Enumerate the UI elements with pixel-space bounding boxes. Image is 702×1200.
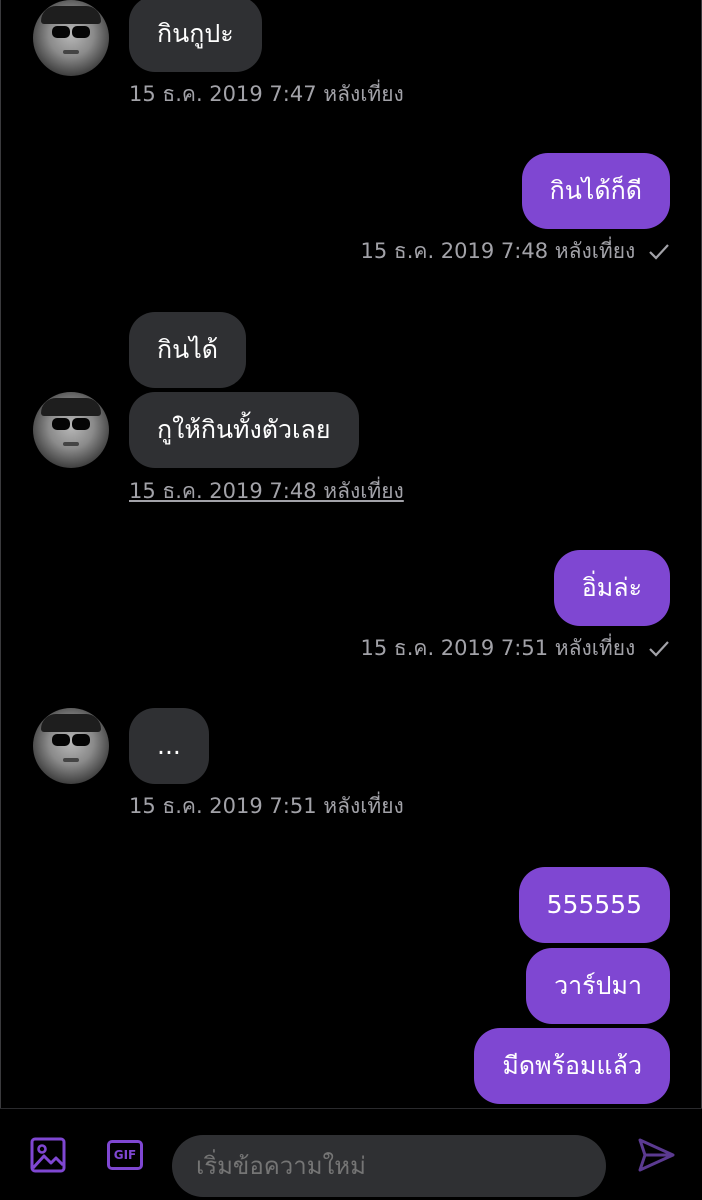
message-bubble-incoming[interactable]: กินกูปะ — [129, 0, 262, 72]
message-timestamp-link[interactable]: 15 ธ.ค. 2019 7:48 หลังเที่ยง — [129, 477, 404, 505]
sent-check-icon — [649, 641, 669, 657]
avatar[interactable] — [33, 392, 109, 468]
image-icon[interactable] — [26, 1133, 70, 1177]
gif-icon[interactable]: GIF — [103, 1133, 147, 1177]
message-bubble-outgoing[interactable]: มีดพร้อมแล้ว — [474, 1028, 670, 1104]
avatar[interactable] — [33, 708, 109, 784]
message-input[interactable] — [172, 1135, 606, 1197]
message-bubble-incoming[interactable]: กินได้ — [129, 312, 247, 388]
message-timestamp: 15 ธ.ค. 2019 7:51 หลังเที่ยง — [129, 794, 404, 818]
message-bubble-incoming[interactable]: ... — [129, 708, 209, 784]
message-timestamp: 15 ธ.ค. 2019 7:51 หลังเที่ยง — [361, 634, 670, 662]
message-bubble-incoming[interactable]: กูให้กินทั้งตัวเลย — [129, 392, 359, 468]
sent-check-icon — [649, 244, 669, 260]
message-timestamp: 15 ธ.ค. 2019 7:47 หลังเที่ยง — [129, 82, 404, 106]
message-timestamp: 15 ธ.ค. 2019 7:48 หลังเที่ยง — [361, 237, 670, 265]
message-composer: GIF — [0, 1108, 702, 1200]
message-bubble-outgoing[interactable]: วาร์ปมา — [526, 948, 670, 1024]
message-bubble-outgoing[interactable]: 555555 — [518, 867, 670, 943]
send-icon[interactable] — [634, 1133, 678, 1177]
gif-label: GIF — [107, 1140, 143, 1170]
avatar[interactable] — [33, 0, 109, 76]
conversation-area: กินกูปะ 15 ธ.ค. 2019 7:47 หลังเที่ยง กิน… — [0, 0, 702, 1108]
message-bubble-outgoing[interactable]: กินได้ก็ดี — [521, 153, 670, 229]
message-bubble-outgoing[interactable]: อิ่มล่ะ — [553, 550, 670, 626]
